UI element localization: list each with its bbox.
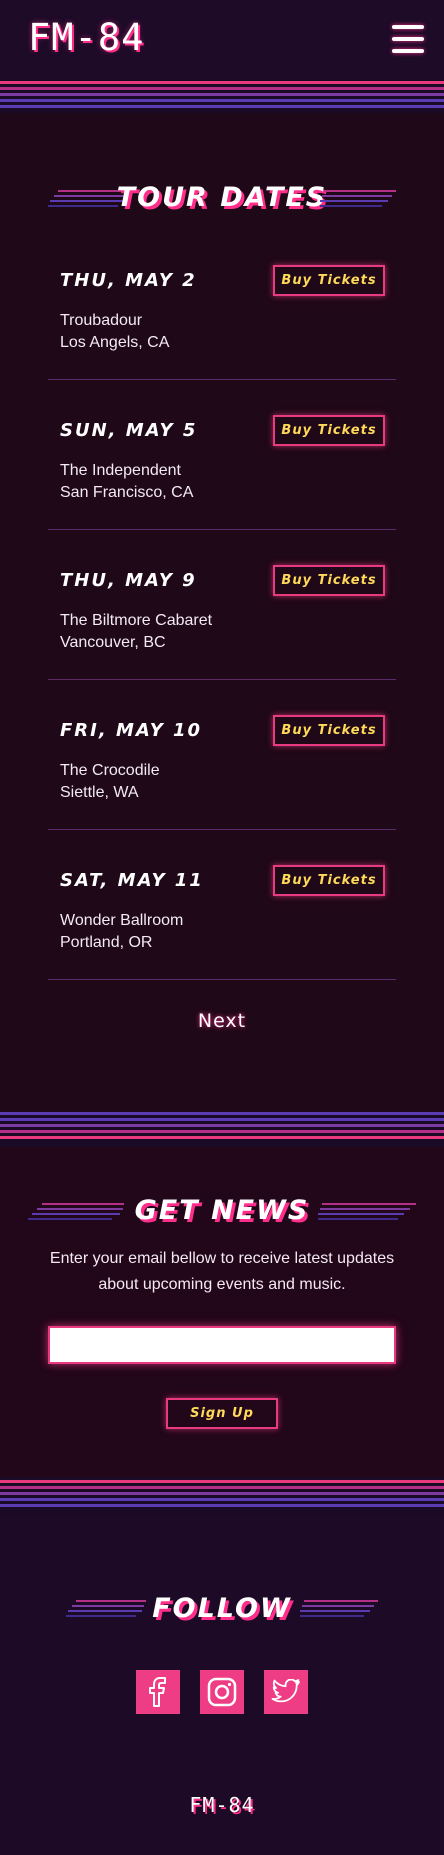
buy-tickets-button[interactable]: Buy Tickets — [273, 265, 385, 296]
gig-venue: The Independent — [60, 462, 181, 479]
gig-city: Siettle, WA — [60, 784, 139, 801]
title-decoration-right — [318, 1203, 416, 1221]
facebook-icon[interactable] — [136, 1670, 180, 1714]
sign-up-button[interactable]: Sign Up — [166, 1398, 278, 1429]
gig-date: FRI, MAY 10 — [60, 720, 203, 741]
hamburger-menu-icon[interactable] — [392, 25, 424, 53]
gig-venue: Troubadour — [60, 312, 143, 329]
email-field[interactable] — [48, 1326, 396, 1364]
title-decoration-right — [320, 190, 396, 208]
site-header: FM-84 — [0, 0, 444, 80]
instagram-icon[interactable] — [200, 1670, 244, 1714]
gig-venue: Wonder Ballroom — [60, 912, 184, 929]
gig-venue: The Crocodile — [60, 762, 160, 779]
divider — [48, 379, 396, 380]
gig-venue: The Biltmore Cabaret — [60, 612, 213, 629]
divider — [48, 979, 396, 980]
header-stripes — [0, 81, 444, 111]
gig-date: SAT, MAY 11 — [60, 870, 204, 891]
gig-city: Los Angels, CA — [60, 334, 170, 351]
site-logo[interactable]: FM-84 — [28, 16, 144, 59]
gig-city: Vancouver, BC — [60, 634, 166, 651]
buy-tickets-button[interactable]: Buy Tickets — [273, 865, 385, 896]
divider — [48, 679, 396, 680]
gig-date: THU, MAY 9 — [60, 570, 197, 591]
buy-tickets-button[interactable]: Buy Tickets — [273, 715, 385, 746]
follow-top-stripes — [0, 1480, 444, 1510]
gig-city: San Francisco, CA — [60, 484, 194, 501]
gig-date: THU, MAY 2 — [60, 270, 197, 291]
buy-tickets-button[interactable]: Buy Tickets — [273, 415, 385, 446]
news-top-stripes — [0, 1112, 444, 1142]
title-decoration-right — [300, 1600, 380, 1618]
news-description: Enter your email bellow to receive lates… — [49, 1250, 395, 1293]
divider — [48, 829, 396, 830]
gig-city: Portland, OR — [60, 934, 153, 951]
divider — [48, 529, 396, 530]
footer-logo: FM-84 — [189, 1793, 255, 1817]
next-page-link[interactable]: Next — [0, 1010, 444, 1032]
buy-tickets-button[interactable]: Buy Tickets — [273, 565, 385, 596]
twitter-icon[interactable] — [264, 1670, 308, 1714]
gig-date: SUN, MAY 5 — [60, 420, 198, 441]
